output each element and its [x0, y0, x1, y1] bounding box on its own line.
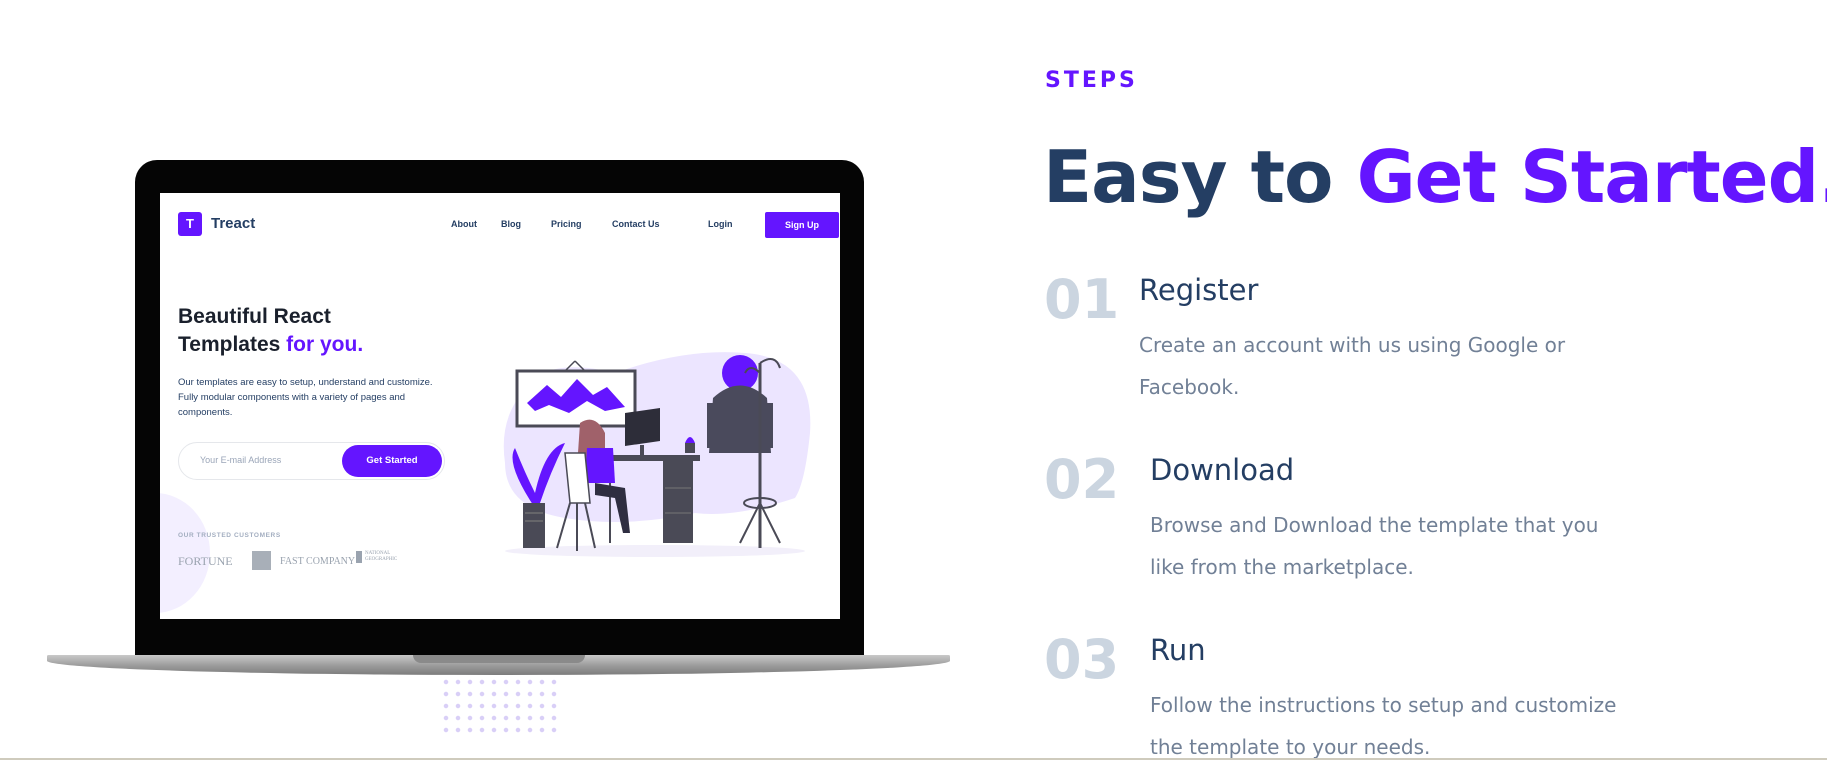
mini-nav-about: About — [451, 219, 477, 229]
mini-email-field: Your E-mail Address Get Started — [178, 442, 445, 480]
mini-hero-title-accent: for you. — [286, 333, 364, 356]
mini-trusted-label: OUR TRUSTED CUSTOMERS — [178, 532, 281, 539]
mini-nav-pricing: Pricing — [551, 219, 582, 229]
section-label: STEPS — [1045, 68, 1138, 93]
mini-brand-natgeo: NATIONAL GEOGRAPHIC — [356, 551, 410, 563]
laptop-notch — [413, 655, 585, 663]
mini-signup-button: Sign Up — [765, 212, 839, 238]
decorative-dot-grid — [440, 676, 560, 736]
step-description: Follow the instructions to setup and cus… — [1150, 693, 1617, 759]
laptop-mockup: T Treact About Blog Pricing Contact Us L… — [47, 160, 950, 740]
section-heading-main: Easy to — [1043, 135, 1357, 219]
mini-hero-title: Beautiful React Templates for you. — [178, 303, 438, 359]
mini-logo-text: Treact — [211, 215, 256, 232]
step-description: Create an account with us using Google o… — [1139, 333, 1566, 399]
mini-get-started-button: Get Started — [342, 445, 442, 477]
step-number: 01 — [1044, 268, 1120, 331]
mini-logo-icon: T — [178, 212, 202, 236]
mini-nav-login: Login — [708, 219, 733, 229]
step-number: 02 — [1044, 448, 1120, 511]
mini-site-navbar: T Treact About Blog Pricing Contact Us L… — [178, 211, 839, 238]
mini-nav-blog: Blog — [501, 219, 521, 229]
step-description: Browse and Download the template that yo… — [1150, 513, 1599, 579]
step-number: 03 — [1044, 628, 1120, 691]
decorative-blob — [160, 493, 210, 613]
mini-brand-fastcompany: FAST COMPANY — [280, 556, 356, 567]
step-title: Run — [1150, 633, 1206, 667]
bottom-divider — [0, 758, 1827, 760]
section-heading: Easy to Get Started. — [1043, 135, 1827, 219]
step-title: Register — [1139, 273, 1259, 307]
section-heading-accent: Get Started. — [1356, 135, 1827, 219]
workspace-illustration — [503, 352, 811, 557]
mini-brand-fortune: FORTUNE — [178, 554, 233, 568]
laptop-screen: T Treact About Blog Pricing Contact Us L… — [160, 193, 840, 619]
mini-hero-title-line2: Templates — [178, 333, 287, 356]
mini-hero-title-line1: Beautiful React — [178, 305, 331, 328]
mini-email-placeholder: Your E-mail Address — [200, 455, 282, 465]
mini-hero-description: Our templates are easy to setup, underst… — [178, 377, 433, 418]
mini-brand-logo-icon — [252, 551, 271, 570]
laptop-lid: T Treact About Blog Pricing Contact Us L… — [135, 160, 864, 656]
step-title: Download — [1150, 453, 1295, 487]
mini-nav-contact: Contact Us — [612, 219, 660, 229]
